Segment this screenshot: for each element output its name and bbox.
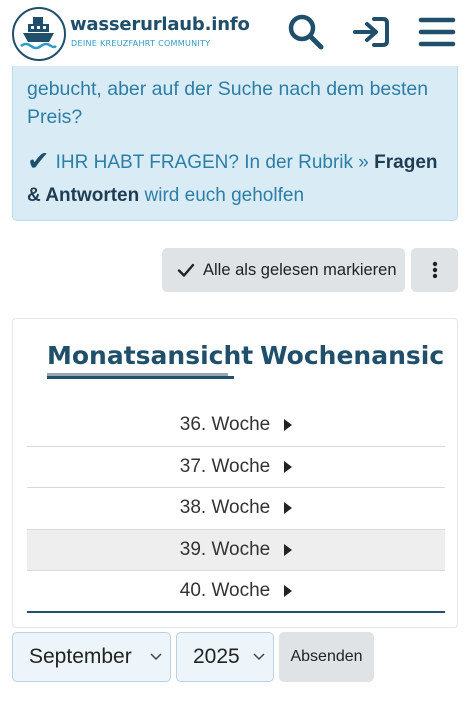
site-header: wasserurlaub.info DEINE KREUZFAHRT COMMU… [0, 0, 471, 66]
caret-right-icon [284, 460, 293, 473]
submit-button[interactable]: Absenden [279, 632, 374, 682]
month-select-value: September [29, 645, 132, 668]
mark-all-read-label: Alle als gelesen markieren [203, 260, 397, 279]
calendar-card: Monatsansicht Wochenansic 36. Woche 37. … [12, 318, 458, 628]
week-row[interactable]: 37. Woche [27, 447, 445, 489]
year-select-value: 2025 [193, 645, 240, 668]
info-text: gebucht, aber auf der Suche nach dem bes… [27, 78, 429, 128]
caret-right-icon [284, 502, 293, 515]
brand-name[interactable]: wasserurlaub.info [70, 14, 250, 35]
month-select[interactable]: September [12, 632, 171, 682]
info-question-suffix: wird euch geholfen [139, 185, 305, 206]
week-row[interactable]: 38. Woche [27, 488, 445, 530]
more-options-button[interactable] [411, 248, 458, 292]
tab-month-view[interactable]: Monatsansicht [47, 341, 253, 370]
chevron-down-icon [253, 653, 265, 661]
year-select[interactable]: 2025 [176, 632, 274, 682]
search-icon[interactable] [286, 12, 326, 52]
week-label: 40. Woche [179, 580, 271, 602]
login-icon[interactable] [351, 12, 391, 52]
check-icon [177, 263, 195, 277]
chevron-down-icon [150, 653, 162, 661]
info-question: ✔ IHR HABT FRAGEN? In der Rubrik » Fragen… [27, 145, 452, 212]
caret-right-icon [284, 419, 293, 432]
info-box: gebucht, aber auf der Suche nach dem bes… [12, 48, 458, 221]
week-label: 36. Woche [179, 414, 271, 436]
caret-right-icon [284, 585, 293, 598]
caret-right-icon [284, 544, 293, 557]
menu-icon[interactable] [417, 12, 457, 52]
week-row-current[interactable]: 39. Woche [27, 529, 445, 572]
week-label: 39. Woche [179, 539, 271, 561]
checkmark-icon: ✔ [27, 146, 50, 176]
kebab-icon [432, 261, 437, 279]
info-question-prefix: IHR HABT FRAGEN? In der Rubrik » [55, 152, 375, 173]
mark-all-read-button[interactable]: Alle als gelesen markieren [162, 248, 405, 292]
tab-active-indicator [47, 376, 234, 379]
tab-week-view[interactable]: Wochenansic [260, 341, 444, 370]
brand-tagline: DEINE KREUZFAHRT COMMUNITY [71, 39, 211, 48]
week-list: 36. Woche 37. Woche 38. Woche 39. Woche … [27, 405, 445, 613]
logo-ship-icon[interactable] [12, 7, 66, 61]
week-row[interactable]: 36. Woche [27, 405, 445, 447]
week-label: 37. Woche [179, 455, 271, 477]
week-label: 38. Woche [179, 497, 271, 519]
week-row[interactable]: 40. Woche [27, 571, 445, 613]
